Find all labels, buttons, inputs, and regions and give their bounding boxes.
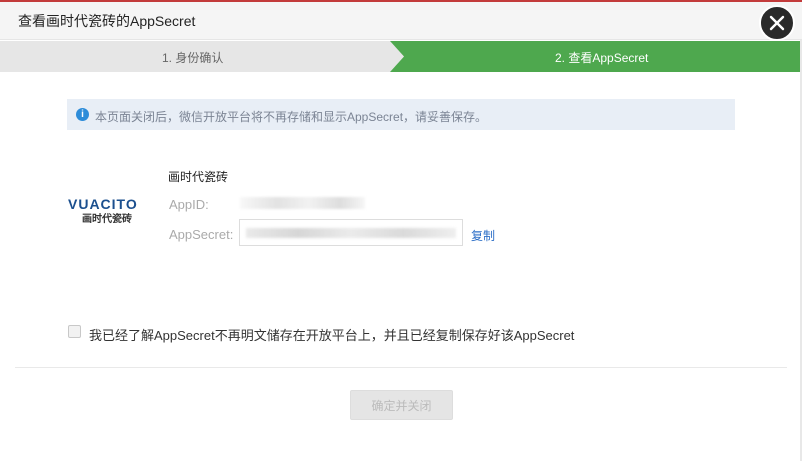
- appsecret-label: AppSecret:: [169, 227, 234, 242]
- acknowledge-label[interactable]: 我已经了解AppSecret不再明文储存在开放平台上，并且已经复制保存好该App…: [89, 325, 574, 344]
- appsecret-value-redacted: [246, 228, 456, 238]
- app-logo: VUACITO 画时代瓷砖: [68, 196, 158, 226]
- step-1-label: 1. 身份确认: [162, 51, 224, 65]
- close-button[interactable]: [759, 5, 795, 41]
- copy-link[interactable]: 复制: [471, 227, 495, 244]
- step-indicator: 1. 身份确认 2. 查看AppSecret: [0, 41, 802, 72]
- app-name: 画时代瓷砖: [168, 170, 229, 184]
- confirm-close-button[interactable]: 确定并关闭: [350, 390, 453, 420]
- acknowledge-checkbox[interactable]: [68, 325, 81, 338]
- close-icon: [769, 15, 785, 31]
- appid-label: AppID:: [169, 197, 209, 212]
- step-2-label: 2. 查看AppSecret: [555, 51, 649, 65]
- dialog-header: 查看画时代瓷砖的AppSecret: [0, 2, 802, 40]
- logo-text-cn: 画时代瓷砖: [82, 214, 132, 225]
- info-icon: i: [76, 108, 89, 121]
- footer-divider: [15, 367, 787, 368]
- appid-value-redacted: [240, 197, 365, 209]
- dialog-title: 查看画时代瓷砖的AppSecret: [18, 13, 196, 29]
- notice-banner: i 本页面关闭后，微信开放平台将不再存储和显示AppSecret，请妥善保存。: [67, 99, 735, 130]
- notice-text: 本页面关闭后，微信开放平台将不再存储和显示AppSecret，请妥善保存。: [95, 110, 488, 124]
- appsecret-field[interactable]: [239, 219, 463, 246]
